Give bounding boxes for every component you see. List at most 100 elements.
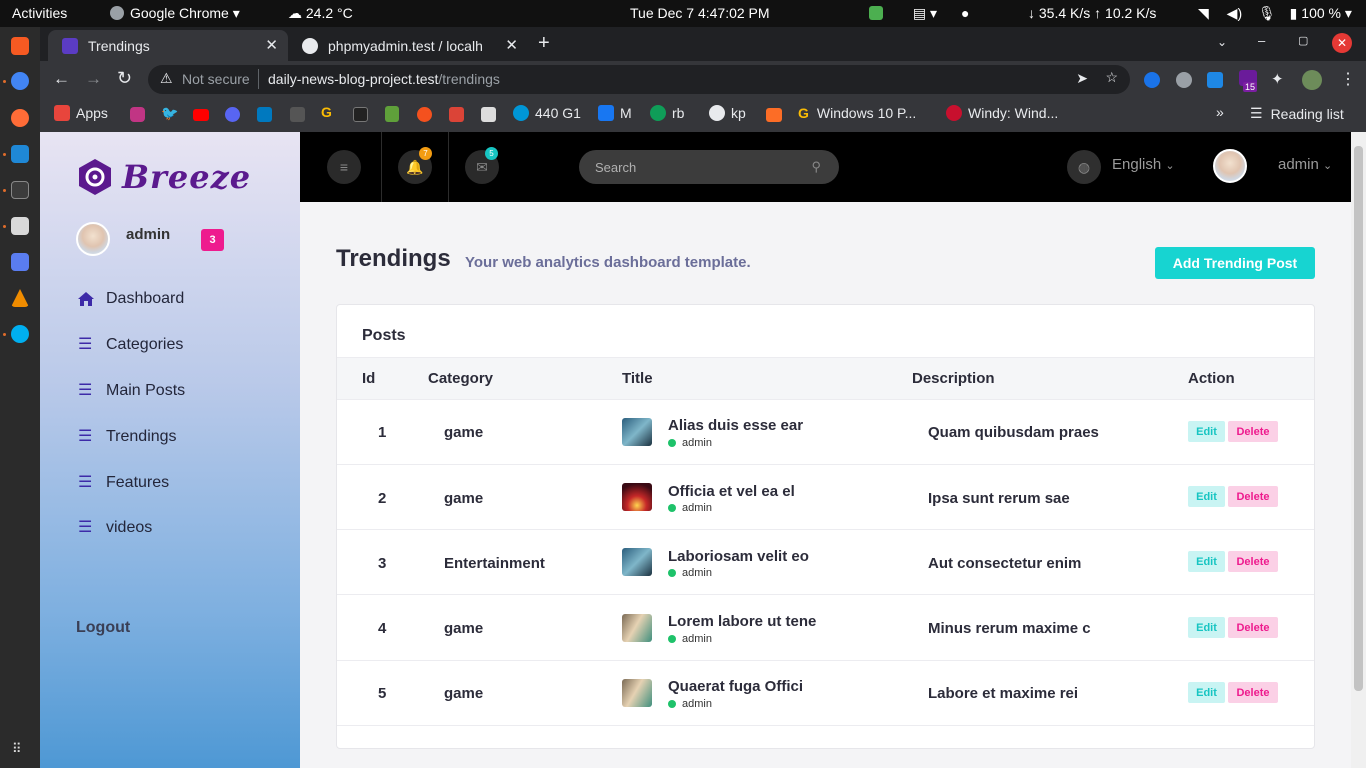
calculator-icon[interactable] (11, 253, 29, 271)
tab-phpmyadmin[interactable]: phpmyadmin.test / localh ✕ (288, 30, 528, 61)
bookmark-m[interactable]: M (598, 105, 632, 121)
gmail-icon[interactable] (449, 107, 464, 122)
add-trending-post-button[interactable]: Add Trending Post (1155, 247, 1315, 279)
status-icons-left[interactable]: ▤ ▾ ● (869, 5, 969, 22)
weather-indicator[interactable]: ☁ 24.2 °C (288, 5, 353, 22)
extension-1-icon[interactable] (1144, 72, 1160, 88)
bookmark-windy[interactable]: Windy: Wind... (946, 105, 1058, 121)
header-avatar[interactable] (1213, 149, 1247, 183)
clock[interactable]: Tue Dec 7 4:47:02 PM (630, 5, 770, 21)
forward-icon[interactable]: → (85, 69, 102, 89)
postman-icon[interactable] (11, 109, 29, 127)
sidebar-item-videos[interactable]: ☰ videos (78, 519, 152, 537)
sidebar-user[interactable]: admin (76, 222, 170, 256)
header-user-menu[interactable]: admin ⌄ (1278, 156, 1332, 173)
mail-count-badge: 5 (485, 147, 498, 160)
sidebar-item-categories[interactable]: ☰ Categories (78, 336, 183, 354)
language-selector[interactable]: English ⌄ (1112, 156, 1175, 173)
bookmark-icon[interactable] (290, 107, 305, 122)
delete-button[interactable]: Delete (1228, 421, 1278, 442)
brave-icon[interactable] (11, 37, 29, 55)
twitter-icon[interactable]: 🐦 (161, 105, 178, 122)
table-header: Id Category Title Description Action (337, 357, 1314, 400)
reload-icon[interactable]: ↻ (117, 68, 132, 89)
reading-list-button[interactable]: ☰ Reading list (1250, 105, 1344, 122)
youtube-icon[interactable] (193, 109, 209, 121)
skype-icon[interactable] (11, 325, 29, 343)
post-title[interactable]: Alias duis esse ear (668, 417, 803, 434)
google-icon[interactable]: G (321, 104, 332, 120)
globe-icon[interactable]: ◍ (1067, 150, 1101, 184)
shopify-icon[interactable] (385, 106, 399, 122)
close-tab-icon[interactable]: ✕ (505, 36, 518, 54)
sidebar-item-label: Main Posts (106, 382, 186, 399)
delete-button[interactable]: Delete (1228, 617, 1278, 638)
more-bookmarks-icon[interactable]: » (1216, 104, 1224, 120)
maximize-icon[interactable]: ▢ (1298, 34, 1308, 47)
bookmark-kp[interactable]: kp (709, 105, 746, 121)
bookmark-rb[interactable]: rb (650, 105, 684, 121)
bookmark-windows10[interactable]: G Windows 10 P... (798, 105, 916, 121)
table-row: 3 Entertainment Laboriosam velit eo admi… (337, 530, 1314, 595)
delete-button[interactable]: Delete (1228, 682, 1278, 703)
edit-button[interactable]: Edit (1188, 421, 1225, 442)
files-icon[interactable] (11, 217, 29, 235)
trello-icon[interactable] (257, 107, 272, 122)
search-icon[interactable]: ⚲ (811, 159, 821, 175)
delete-button[interactable]: Delete (1228, 551, 1278, 572)
menu-toggle-icon[interactable]: ≡ (327, 150, 361, 184)
post-title[interactable]: Officia et vel ea el (668, 483, 795, 500)
address-bar[interactable]: ⚠ Not secure daily-news-blog-project.tes… (148, 65, 1130, 94)
chrome-icon (110, 6, 124, 20)
sidebar-item-trendings[interactable]: ☰ Trendings (78, 428, 177, 446)
edit-button[interactable]: Edit (1188, 682, 1225, 703)
sidebar-item-features[interactable]: ☰ Features (78, 474, 169, 492)
post-title[interactable]: Laboriosam velit eo (668, 548, 809, 565)
page-scrollbar[interactable] (1351, 132, 1366, 768)
show-apps-icon[interactable]: ⠿ (12, 741, 22, 757)
edit-button[interactable]: Edit (1188, 617, 1225, 638)
search-input[interactable]: Search ⚲ (579, 150, 839, 184)
bookmark-icon[interactable] (353, 107, 368, 122)
vlc-icon[interactable] (11, 289, 29, 307)
back-icon[interactable]: ← (53, 69, 70, 89)
tab-trendings[interactable]: Trendings ✕ (48, 30, 288, 61)
system-tray[interactable]: ◥ ◀) 🎙 ▮ 100 % ▾ (1198, 5, 1352, 22)
edit-button[interactable]: Edit (1188, 486, 1225, 507)
logout-button[interactable]: Logout (76, 619, 130, 637)
delete-button[interactable]: Delete (1228, 486, 1278, 507)
activities-button[interactable]: Activities (12, 5, 67, 21)
bookmark-apps[interactable]: Apps (54, 105, 108, 121)
puzzle-icon[interactable]: ✦ (1271, 70, 1284, 88)
gitlab-icon[interactable] (766, 108, 782, 122)
close-tab-icon[interactable]: ✕ (265, 36, 278, 54)
google-icon: G (798, 105, 809, 121)
minimize-icon[interactable]: – (1258, 33, 1265, 48)
app-menu[interactable]: Google Chrome ▾ (110, 5, 240, 22)
post-title[interactable]: Quaerat fuga Offici (668, 678, 803, 695)
instagram-icon[interactable] (130, 107, 145, 122)
menu-dots-icon[interactable]: ⋮ (1340, 69, 1356, 89)
bookmark-icon[interactable] (481, 107, 496, 122)
terminal-icon[interactable] (11, 181, 29, 199)
edit-button[interactable]: Edit (1188, 551, 1225, 572)
profile-avatar[interactable] (1302, 70, 1322, 90)
sidebar-item-dashboard[interactable]: Dashboard (78, 290, 184, 308)
extension-2-icon[interactable] (1176, 72, 1192, 88)
new-tab-icon[interactable]: + (538, 32, 550, 55)
star-icon[interactable]: ☆ (1105, 69, 1118, 86)
sidebar-item-main-posts[interactable]: ☰ Main Posts (78, 382, 185, 400)
chrome-dock-icon[interactable] (11, 72, 29, 90)
close-window-icon[interactable]: ✕ (1332, 33, 1352, 53)
bookmark-label: Windows 10 P... (816, 105, 917, 121)
brand[interactable]: Breeze (78, 158, 251, 196)
tab-search-icon[interactable]: ⌄ (1217, 35, 1227, 49)
vscode-icon[interactable] (11, 145, 29, 163)
extension-3-icon[interactable] (1207, 72, 1223, 88)
media-icon[interactable] (225, 107, 240, 122)
scrollbar-thumb[interactable] (1354, 146, 1363, 691)
bookmark-icon[interactable] (417, 107, 432, 122)
bookmark-440g1[interactable]: 440 G1 (513, 105, 581, 121)
send-icon[interactable]: ➤ (1076, 70, 1088, 87)
post-title[interactable]: Lorem labore ut tene (668, 613, 816, 630)
